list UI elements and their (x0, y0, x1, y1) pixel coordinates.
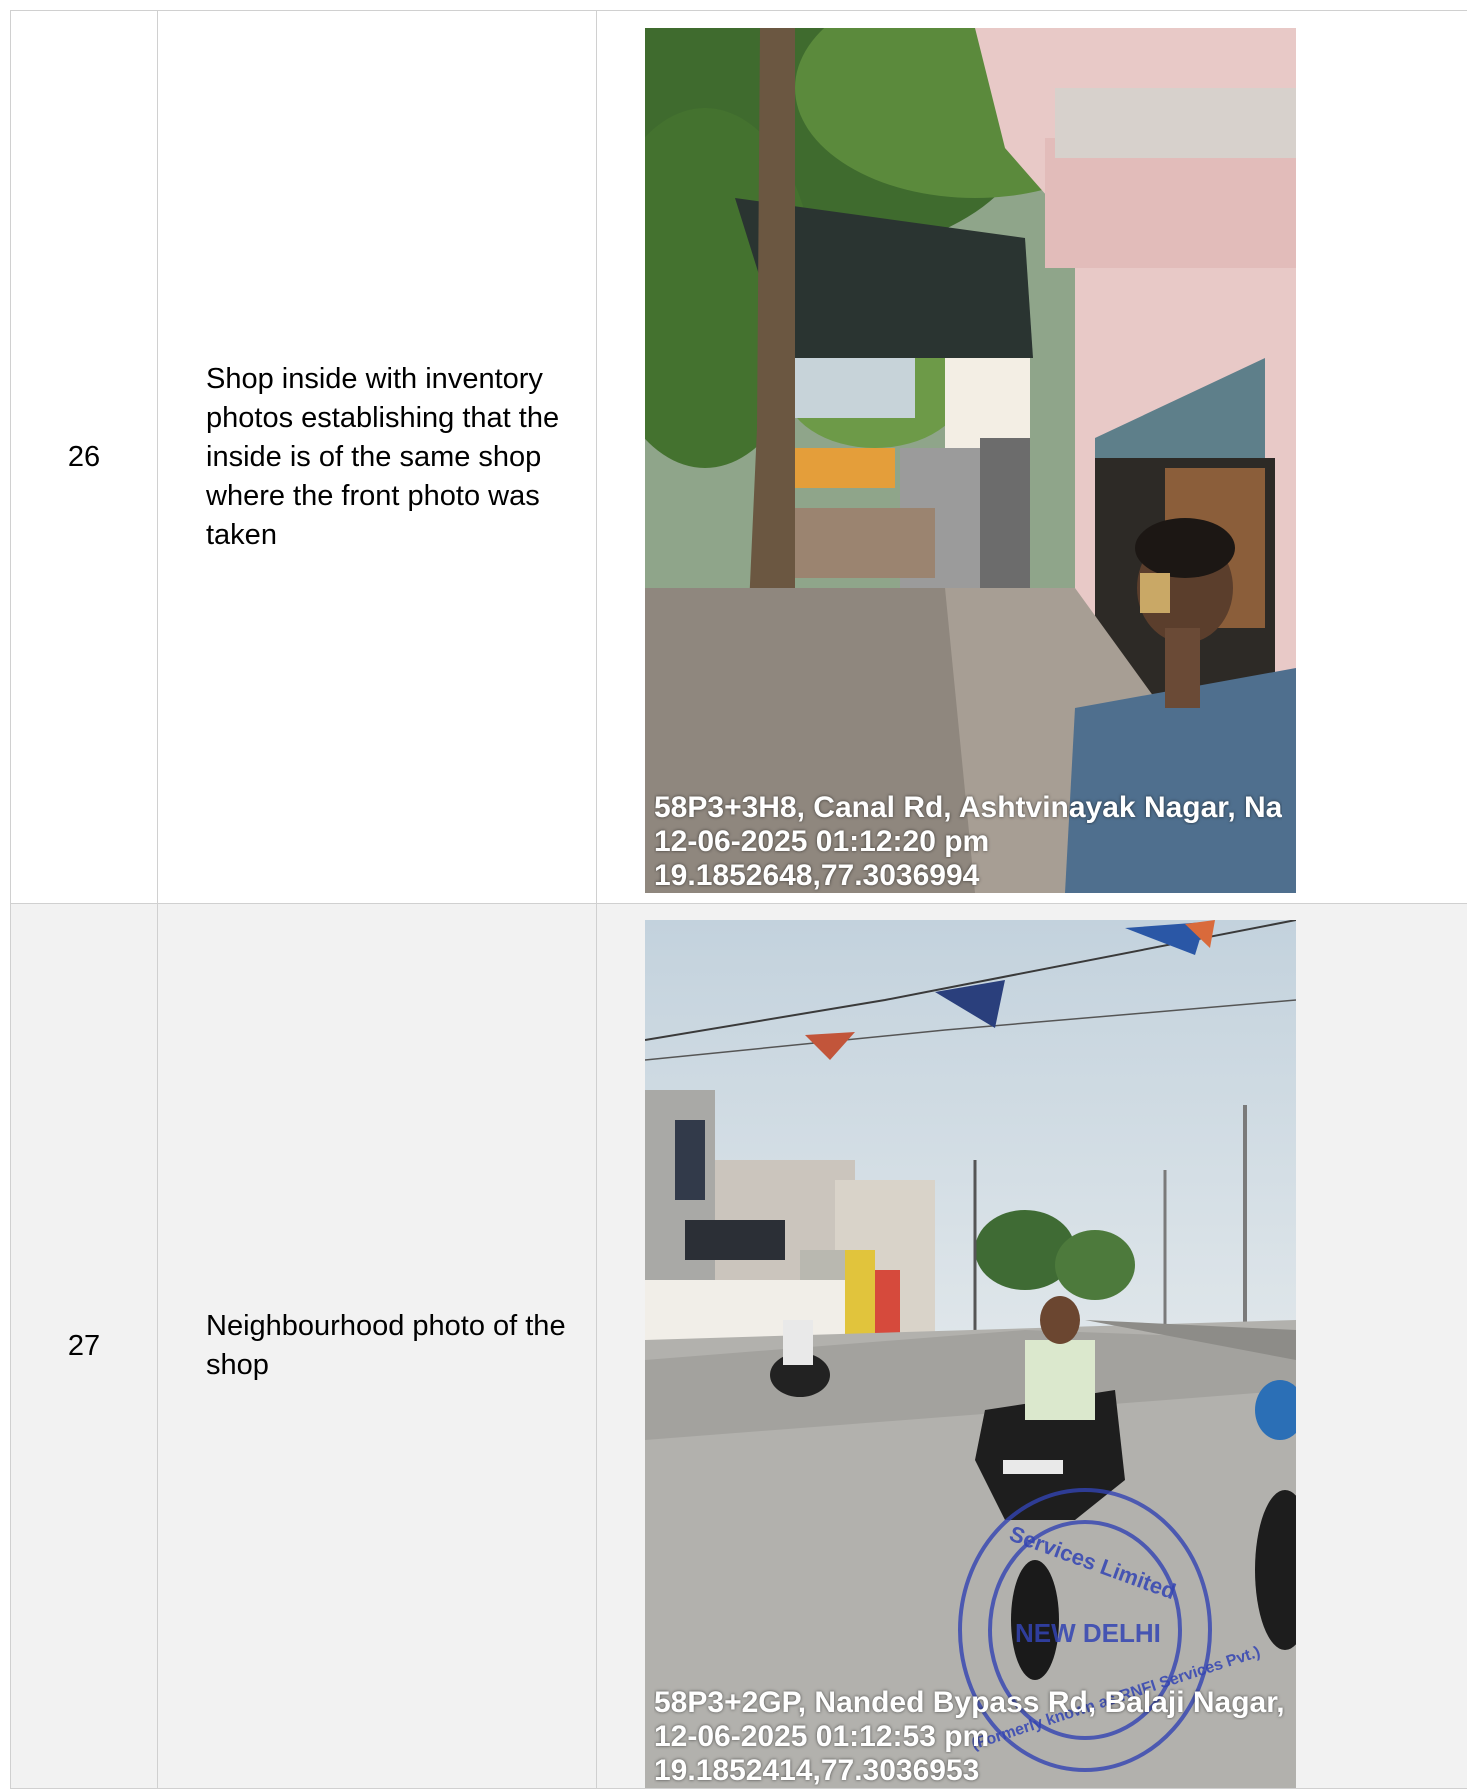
table-row: 26 Shop inside with inventory photos est… (10, 11, 1467, 904)
photo-address: 58P3+3H8, Canal Rd, Ashtvinayak Nagar, N… (654, 791, 1283, 824)
photo-datetime: 12-06-2025 01:12:53 pm (654, 1720, 990, 1753)
shop-inside-illustration (645, 28, 1296, 893)
row-description: Neighbourhood photo of the shop (157, 904, 596, 1788)
photo-geotag-overlay: 58P3+2GP, Nanded Bypass Rd, Balaji Nagar… (654, 1686, 1285, 1788)
photo-cell: Services Limited NEW DELHI (Formerly kno… (596, 904, 1467, 1788)
row-number: 27 (10, 904, 157, 1788)
neighbourhood-illustration (645, 920, 1296, 1788)
row-number: 26 (10, 11, 157, 903)
photo-cell: 58P3+3H8, Canal Rd, Ashtvinayak Nagar, N… (596, 11, 1467, 903)
neighbourhood-photo[interactable]: Services Limited NEW DELHI (Formerly kno… (645, 920, 1296, 1788)
table-row: 27 Neighbourhood photo of the shop Servi… (10, 904, 1467, 1789)
photo-datetime: 12-06-2025 01:12:20 pm (654, 825, 990, 858)
photo-address: 58P3+2GP, Nanded Bypass Rd, Balaji Nagar… (654, 1686, 1285, 1719)
row-description: Shop inside with inventory photos establ… (157, 11, 596, 903)
company-stamp: Services Limited NEW DELHI (Formerly kno… (970, 1521, 1263, 1753)
evidence-table: 26 Shop inside with inventory photos est… (10, 10, 1467, 1789)
stamp-city-text: NEW DELHI (1015, 1618, 1161, 1648)
photo-geotag-overlay: 58P3+3H8, Canal Rd, Ashtvinayak Nagar, N… (654, 791, 1282, 893)
photo-coordinates: 19.1852648,77.3036994 (654, 859, 980, 892)
photo-coordinates: 19.1852414,77.3036953 (654, 1754, 980, 1787)
shop-inside-photo[interactable]: 58P3+3H8, Canal Rd, Ashtvinayak Nagar, N… (645, 28, 1296, 893)
